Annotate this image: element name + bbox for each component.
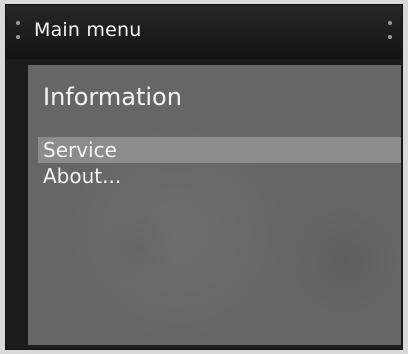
section-heading: Information	[43, 83, 182, 111]
window-title: Main menu	[34, 19, 142, 41]
grip-dot-icon	[16, 35, 20, 39]
main-menu-window: Main menu Information Service About...	[5, 4, 403, 350]
title-bar[interactable]: Main menu	[6, 5, 402, 59]
grip-dot-icon	[16, 21, 20, 25]
menu-item-service[interactable]: Service	[38, 137, 401, 163]
grip-dot-icon	[388, 21, 392, 25]
menu-item-about[interactable]: About...	[38, 163, 401, 189]
content-panel: Information Service About...	[28, 65, 401, 345]
menu-list: Service About...	[38, 137, 401, 189]
grip-dot-icon	[388, 35, 392, 39]
